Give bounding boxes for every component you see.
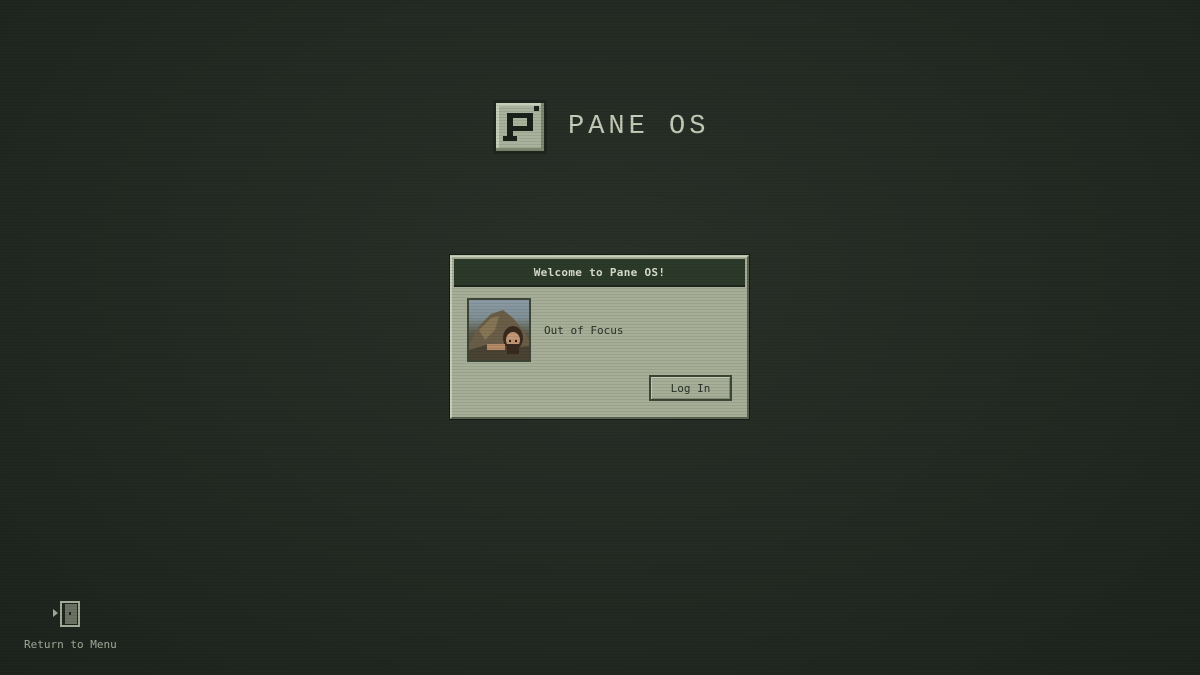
log-in-button[interactable]: Log In bbox=[649, 375, 732, 401]
login-window-title: Welcome to Pane OS! bbox=[533, 265, 666, 279]
door-exit-icon bbox=[52, 600, 82, 628]
user-account[interactable]: Out of Focus bbox=[467, 298, 623, 362]
return-to-menu-label: Return to Menu bbox=[24, 638, 117, 651]
pane-os-logo: PANE OS bbox=[493, 100, 709, 154]
login-window: Welcome to Pane OS! Out of Focus Log In bbox=[450, 255, 749, 419]
user-avatar[interactable] bbox=[467, 298, 531, 362]
user-name: Out of Focus bbox=[544, 323, 624, 337]
login-window-titlebar: Welcome to Pane OS! bbox=[454, 259, 745, 287]
pane-os-logo-icon bbox=[493, 100, 547, 154]
pane-os-title: PANE OS bbox=[568, 112, 710, 142]
